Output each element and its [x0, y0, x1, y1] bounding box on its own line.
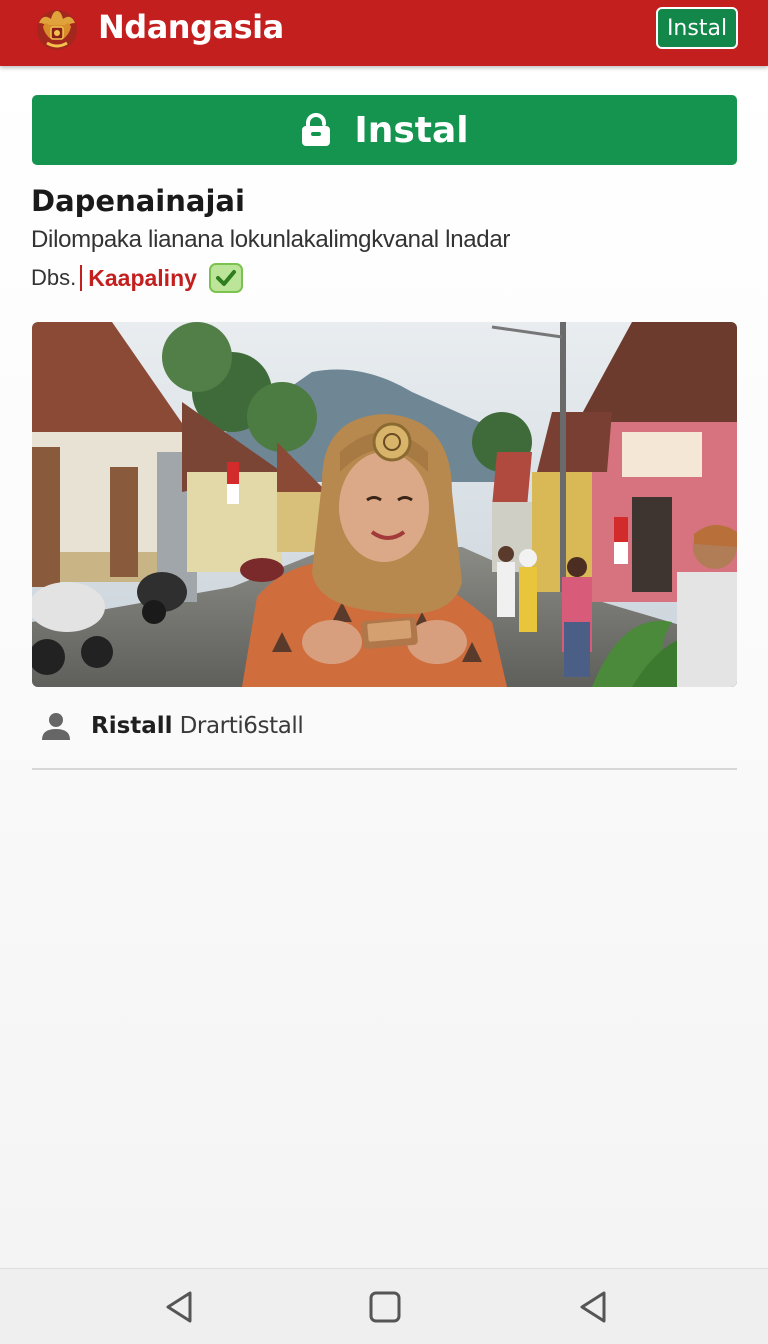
- back-triangle-icon[interactable]: [160, 1287, 200, 1327]
- check-badge-icon: [208, 263, 243, 293]
- app-detail-card: Instal Dapenainajai Dilompaka lianana lo…: [0, 66, 768, 1268]
- person-icon: [42, 713, 70, 740]
- author-row: Ristall Drarti6stall: [40, 706, 304, 746]
- install-button[interactable]: Instal: [32, 95, 737, 165]
- publisher-link[interactable]: Kaapaliny: [88, 265, 197, 292]
- meta-prefix: Dbs.: [31, 265, 77, 290]
- header-install-button[interactable]: Instal: [656, 7, 738, 49]
- install-button-label: Instal: [354, 109, 469, 151]
- app-bar: Ndangasia Instal: [0, 0, 768, 66]
- author-name[interactable]: Ristall: [91, 713, 173, 739]
- section-divider: [32, 768, 737, 770]
- publisher-row: Dbs. Kaapaliny: [31, 261, 243, 295]
- author-subtitle: Drarti6stall: [179, 713, 304, 739]
- home-square-icon[interactable]: [365, 1287, 405, 1327]
- garuda-logo-icon: [37, 10, 77, 50]
- app-description: Dilompaka lianana lokunlakalimgkvanal ln…: [31, 226, 511, 253]
- app-title: Ndangasia: [98, 8, 284, 46]
- app-screenshot-photo: [32, 322, 737, 687]
- meta-separator: [80, 265, 83, 291]
- app-name: Dapenainajai: [31, 184, 245, 218]
- lock-icon: [302, 113, 331, 146]
- recents-triangle-icon[interactable]: [574, 1287, 614, 1327]
- system-nav-bar: [0, 1268, 768, 1344]
